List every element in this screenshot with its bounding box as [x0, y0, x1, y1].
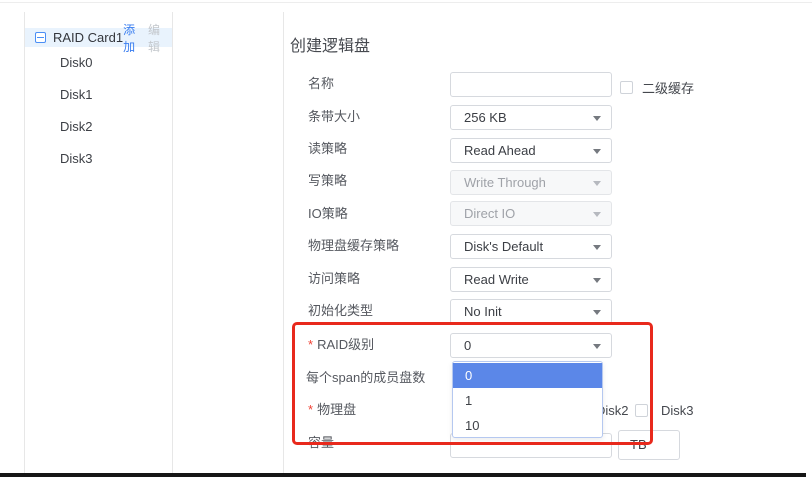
- disk-cache-policy-select[interactable]: Disk's Default: [450, 234, 612, 259]
- read-policy-label: 读策略: [308, 141, 347, 157]
- main-panel-left-border: [283, 12, 284, 473]
- io-policy-label: IO策略: [308, 206, 348, 222]
- raid-card-label: RAID Card1: [53, 30, 123, 45]
- chevron-down-icon: [593, 116, 601, 121]
- physical-disk-option-disk3: Disk3: [635, 403, 694, 418]
- required-marker: *: [308, 402, 313, 417]
- capacity-unit-select[interactable]: TB: [618, 430, 680, 460]
- required-marker: *: [308, 337, 313, 352]
- chevron-down-icon: [593, 149, 601, 154]
- sidebar-item-raid-card1[interactable]: RAID Card1 添加 编辑: [25, 28, 172, 47]
- top-divider: [0, 2, 812, 3]
- name-input[interactable]: [450, 72, 612, 97]
- raid-level-option-1[interactable]: 1: [453, 388, 602, 413]
- write-policy-label: 写策略: [308, 173, 347, 189]
- chevron-down-icon: [593, 310, 601, 315]
- io-policy-select: Direct IO: [450, 201, 612, 226]
- secondary-cache-option: 二级缓存: [620, 78, 694, 97]
- name-label: 名称: [308, 76, 334, 92]
- raid-level-dropdown: 0 1 10: [452, 361, 603, 438]
- disk-cache-policy-label: 物理盘缓存策略: [308, 238, 399, 254]
- disk3-checkbox[interactable]: [635, 404, 648, 417]
- disk-tree-list: Disk0 Disk1 Disk2 Disk3: [60, 47, 160, 175]
- raid-level-label: *RAID级别: [308, 337, 374, 353]
- page-title: 创建逻辑盘: [290, 32, 370, 56]
- chevron-down-icon: [593, 212, 601, 217]
- chevron-down-icon: [593, 181, 601, 186]
- raid-level-select[interactable]: 0: [450, 333, 612, 358]
- read-policy-select[interactable]: Read Ahead: [450, 138, 612, 163]
- chevron-down-icon: [593, 245, 601, 250]
- physical-disks-label: *物理盘: [308, 402, 356, 418]
- sidebar: RAID Card1 添加 编辑 Disk0 Disk1 Disk2 Disk3: [24, 12, 173, 473]
- capacity-label: 容量: [308, 435, 334, 451]
- span-members-label: 每个span的成员盘数: [306, 370, 425, 386]
- secondary-cache-checkbox[interactable]: [620, 81, 633, 94]
- bottom-border: [0, 473, 806, 477]
- raid-level-option-0[interactable]: 0: [453, 363, 602, 388]
- sidebar-item-disk2[interactable]: Disk2: [60, 111, 160, 143]
- secondary-cache-label: 二级缓存: [642, 78, 694, 97]
- init-type-label: 初始化类型: [308, 303, 373, 319]
- init-type-select[interactable]: No Init: [450, 299, 612, 324]
- collapse-minus-icon[interactable]: [35, 32, 46, 43]
- sidebar-item-disk1[interactable]: Disk1: [60, 79, 160, 111]
- chevron-down-icon: [593, 278, 601, 283]
- access-policy-select[interactable]: Read Write: [450, 267, 612, 292]
- sidebar-item-disk0[interactable]: Disk0: [60, 47, 160, 79]
- access-policy-label: 访问策略: [308, 271, 360, 287]
- stripe-size-label: 条带大小: [308, 109, 360, 125]
- raid-level-option-10[interactable]: 10: [453, 413, 602, 438]
- sidebar-item-disk3[interactable]: Disk3: [60, 143, 160, 175]
- write-policy-select: Write Through: [450, 170, 612, 195]
- chevron-down-icon: [593, 344, 601, 349]
- page: RAID Card1 添加 编辑 Disk0 Disk1 Disk2 Disk3…: [0, 0, 812, 479]
- stripe-size-select[interactable]: 256 KB: [450, 105, 612, 130]
